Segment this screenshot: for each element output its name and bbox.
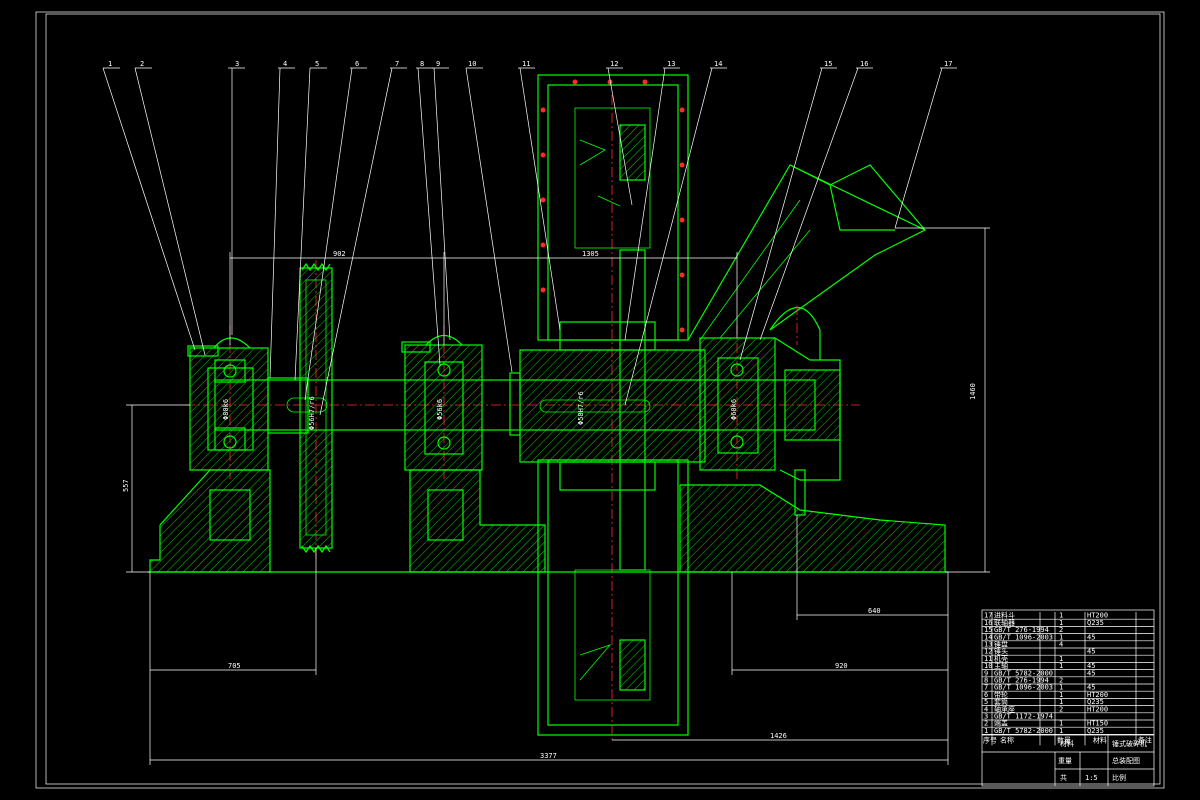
- part-label-4: 4: [283, 60, 287, 68]
- bom-header-cell: 名称: [1000, 735, 1014, 744]
- leader-10: 10: [465, 60, 513, 373]
- bom-cell: 2: [1059, 705, 1063, 713]
- part-label-7: 7: [395, 60, 399, 68]
- bom-cell: 4: [1059, 641, 1063, 649]
- title-material: 材料: [1060, 739, 1074, 748]
- dim-705: 705: [228, 662, 241, 670]
- bom-cell: 45: [1087, 648, 1095, 656]
- part-label-13: 13: [667, 60, 675, 68]
- leader-7: 7: [319, 60, 407, 416]
- leader-16: 16: [759, 60, 873, 341]
- dim-640: 640: [868, 607, 881, 615]
- fit-right-bearing: Φ60k6: [730, 399, 738, 420]
- dim-920: 920: [835, 662, 848, 670]
- bom-cell: HT200: [1087, 705, 1108, 713]
- bom-cell: GB/T 5782-2000: [994, 727, 1053, 735]
- assembly-drawing: 1 2 3 4 5 6 7 8 9 10 11 12 13 14 15 16 1…: [35, 11, 1165, 789]
- bom-cell: 1: [984, 727, 988, 735]
- title-main: 锤式破碎机: [1112, 739, 1147, 748]
- fit-pulley: Φ56H7/r6: [308, 396, 316, 430]
- title-scale-label: 比例: [1112, 773, 1126, 782]
- bom-cell: 1: [1059, 662, 1063, 670]
- leader-15: 15: [739, 60, 837, 361]
- dim-1426: 1426: [770, 732, 787, 740]
- fit-left-bearing: Φ80k6: [222, 399, 230, 420]
- feed-hopper: [687, 164, 927, 341]
- leader-3: 3: [228, 60, 245, 335]
- part-label-11: 11: [522, 60, 530, 68]
- leader-17: 17: [894, 60, 957, 229]
- title-count: 共: [1060, 773, 1067, 782]
- fit-mid-bearing: Φ56k6: [436, 399, 444, 420]
- bom-cell: 1: [1059, 727, 1063, 735]
- part-label-8: 8: [420, 60, 424, 68]
- part-label-9: 9: [436, 60, 440, 68]
- leader-4: 4: [269, 60, 295, 379]
- dim-557: 557: [122, 479, 130, 492]
- part-label-12: 12: [610, 60, 618, 68]
- bom-cell: Q235: [1087, 727, 1104, 735]
- leader-1: 1: [102, 60, 196, 351]
- leader-2: 2: [134, 60, 206, 356]
- fit-rotor: Φ58H7/r6: [577, 391, 585, 425]
- dim-1460: 1460: [969, 383, 977, 400]
- left-bearing-housing: [149, 337, 309, 573]
- title-sub: 总装配图: [1112, 756, 1140, 765]
- part-label-15: 15: [824, 60, 832, 68]
- dim-1305: 1305: [582, 250, 599, 258]
- title-block: 17 进料斗 1 HT20016 联轴器 1 Q23515 GB/T 276-1994 214 G…: [981, 609, 1155, 787]
- bom-cell: 45: [1087, 669, 1095, 677]
- bom-cell: 45: [1087, 633, 1095, 641]
- bom-table: 17 进料斗 1 HT20016 联轴器 1 Q23515 GB/T 276-1994 214 G…: [982, 611, 1154, 746]
- part-label-5: 5: [315, 60, 319, 68]
- bom-header-cell: 材料: [1093, 735, 1107, 744]
- dim-3377: 3377: [540, 752, 557, 760]
- title-scale: 1:5: [1085, 774, 1098, 782]
- part-label-6: 6: [355, 60, 359, 68]
- part-label-3: 3: [235, 60, 239, 68]
- title-weight: 重量: [1058, 757, 1072, 765]
- dim-902: 902: [333, 250, 346, 258]
- part-label-2: 2: [140, 60, 144, 68]
- part-label-10: 10: [468, 60, 476, 68]
- part-label-14: 14: [714, 60, 722, 68]
- leader-11: 11: [518, 60, 561, 331]
- part-label-1: 1: [108, 60, 112, 68]
- part-label-17: 17: [944, 60, 952, 68]
- bom-cell: Q235: [1087, 619, 1104, 627]
- bom-header-cell: 序号: [983, 735, 997, 744]
- part-label-16: 16: [860, 60, 868, 68]
